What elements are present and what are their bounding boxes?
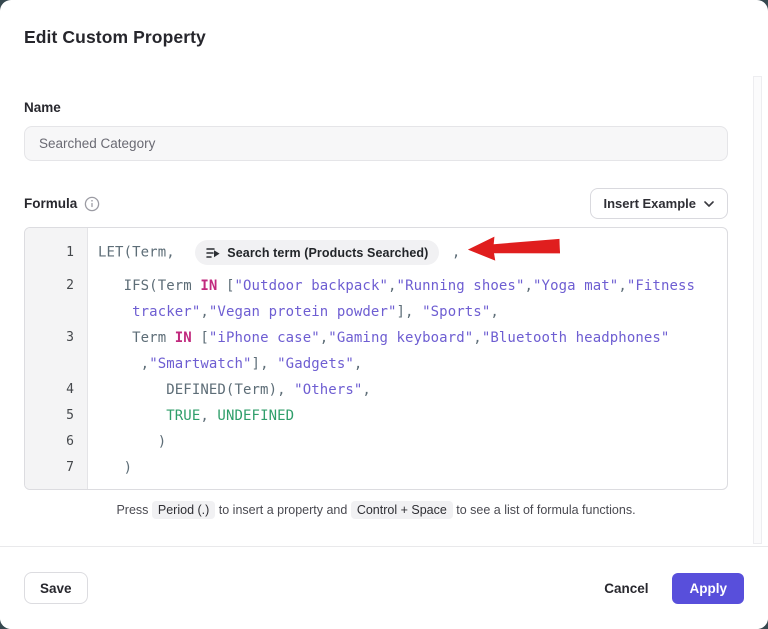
hint-text: to see a list of formula functions. [456, 503, 635, 517]
hint-text: Press [116, 503, 148, 517]
insert-example-label: Insert Example [604, 196, 697, 211]
edit-custom-property-dialog: Edit Custom Property Name Searched Categ… [0, 0, 768, 629]
kbd-control-space: Control + Space [351, 501, 453, 519]
scrollbar[interactable] [753, 76, 762, 544]
code-text: LET(Term, Search term (Products Searched… [87, 235, 560, 270]
line-number [25, 299, 87, 325]
code-text: ) [87, 455, 132, 481]
code-line: 4 DEFINED(Term), "Others", [25, 377, 727, 403]
formula-header: Formula Insert Example [24, 188, 728, 219]
line-number [25, 351, 87, 377]
apply-button[interactable]: Apply [672, 573, 744, 604]
line-number: 6 [25, 429, 87, 455]
code-text: tracker","Vegan protein powder"], "Sport… [87, 299, 499, 325]
code-text: ,"Smartwatch"], "Gadgets", [87, 351, 362, 377]
formula-hint: Press Period (.) to insert a property an… [24, 503, 728, 517]
code-line: 7 ) [25, 455, 727, 481]
line-number: 1 [25, 240, 87, 266]
kbd-period: Period (.) [152, 501, 215, 519]
code-line: 3 Term IN ["iPhone case","Gaming keyboar… [25, 325, 727, 351]
line-number: 2 [25, 273, 87, 299]
code-line: 1LET(Term, Search term (Products Searche… [25, 235, 727, 270]
code-text: IFS(Term IN ["Outdoor backpack","Running… [87, 273, 695, 299]
event-property-cursor-icon [206, 247, 220, 259]
chevron-down-icon [704, 201, 714, 207]
code-text: TRUE, UNDEFINED [87, 403, 294, 429]
name-input-value: Searched Category [39, 136, 155, 151]
formula-editor[interactable]: 1LET(Term, Search term (Products Searche… [24, 227, 728, 490]
hint-text: to insert a property and [219, 503, 348, 517]
dialog-footer: Save Cancel Apply [0, 546, 768, 629]
line-number: 3 [25, 325, 87, 351]
code-text: DEFINED(Term), "Others", [87, 377, 371, 403]
code-text: Term IN ["iPhone case","Gaming keyboard"… [87, 325, 669, 351]
info-icon[interactable] [84, 196, 100, 212]
save-button[interactable]: Save [24, 572, 88, 604]
name-label: Name [24, 100, 728, 115]
property-token-label: Search term (Products Searched) [227, 240, 428, 266]
red-arrow-annotation-icon [468, 233, 561, 271]
code-text: ) [87, 429, 166, 455]
formula-label: Formula [24, 196, 77, 211]
name-input[interactable]: Searched Category [24, 126, 728, 161]
code-line: tracker","Vegan protein powder"], "Sport… [25, 299, 727, 325]
formula-code: 1LET(Term, Search term (Products Searche… [25, 235, 727, 481]
code-line: 5 TRUE, UNDEFINED [25, 403, 727, 429]
property-token-chip[interactable]: Search term (Products Searched) [195, 240, 439, 265]
code-line: ,"Smartwatch"], "Gadgets", [25, 351, 727, 377]
dialog-body: Name Searched Category Formula Insert Ex… [0, 100, 768, 517]
insert-example-button[interactable]: Insert Example [590, 188, 729, 219]
dialog-title: Edit Custom Property [24, 27, 744, 48]
line-number: 5 [25, 403, 87, 429]
code-line: 6 ) [25, 429, 727, 455]
cancel-button[interactable]: Cancel [604, 581, 648, 596]
code-line: 2 IFS(Term IN ["Outdoor backpack","Runni… [25, 273, 727, 299]
line-number: 4 [25, 377, 87, 403]
line-number: 7 [25, 455, 87, 481]
